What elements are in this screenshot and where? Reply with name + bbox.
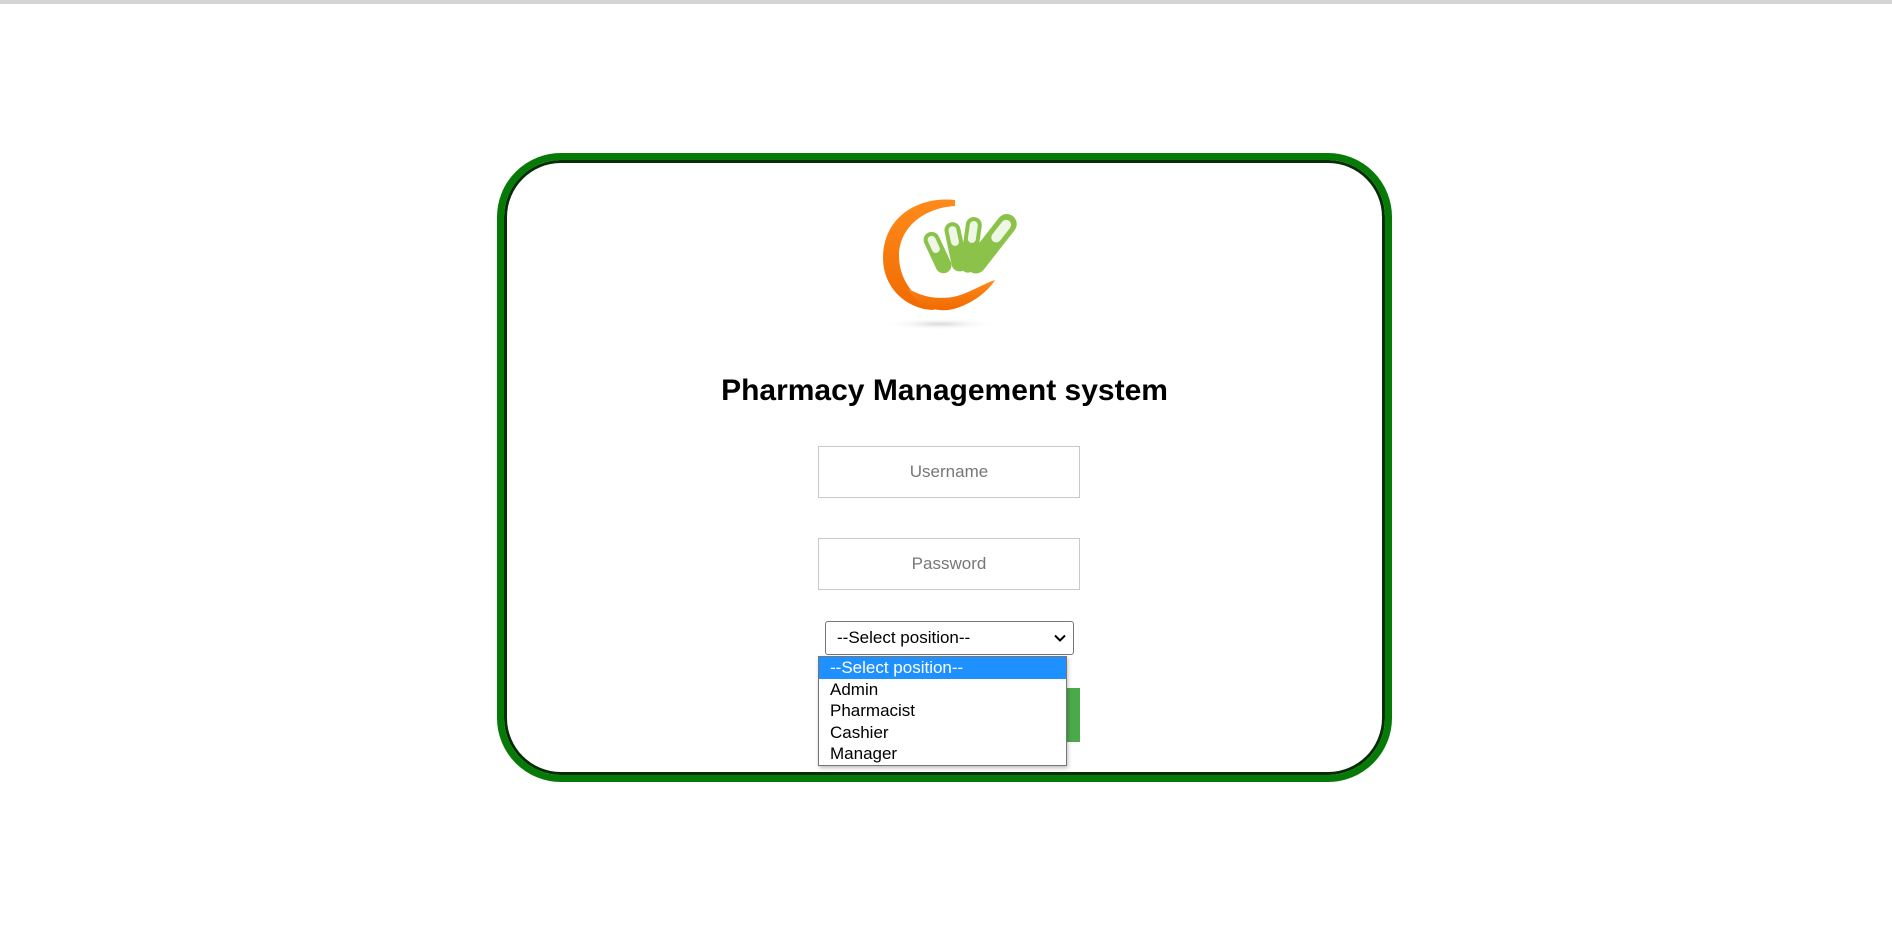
username-input[interactable] [818, 446, 1080, 498]
browser-top-divider [0, 0, 1892, 4]
option-manager[interactable]: Manager [819, 743, 1066, 765]
password-input[interactable] [818, 538, 1080, 590]
position-dropdown-list: --Select position-- Admin Pharmacist Cas… [818, 656, 1067, 766]
option-cashier[interactable]: Cashier [819, 722, 1066, 744]
option-select-position[interactable]: --Select position-- [819, 657, 1066, 679]
option-admin[interactable]: Admin [819, 679, 1066, 701]
option-pharmacist[interactable]: Pharmacist [819, 700, 1066, 722]
position-select[interactable]: --Select position-- [825, 621, 1074, 655]
position-select-value: --Select position-- [837, 628, 971, 647]
page-title: Pharmacy Management system [721, 374, 1168, 407]
chevron-down-icon [1054, 634, 1066, 642]
pharmacy-logo-icon [882, 199, 1017, 330]
